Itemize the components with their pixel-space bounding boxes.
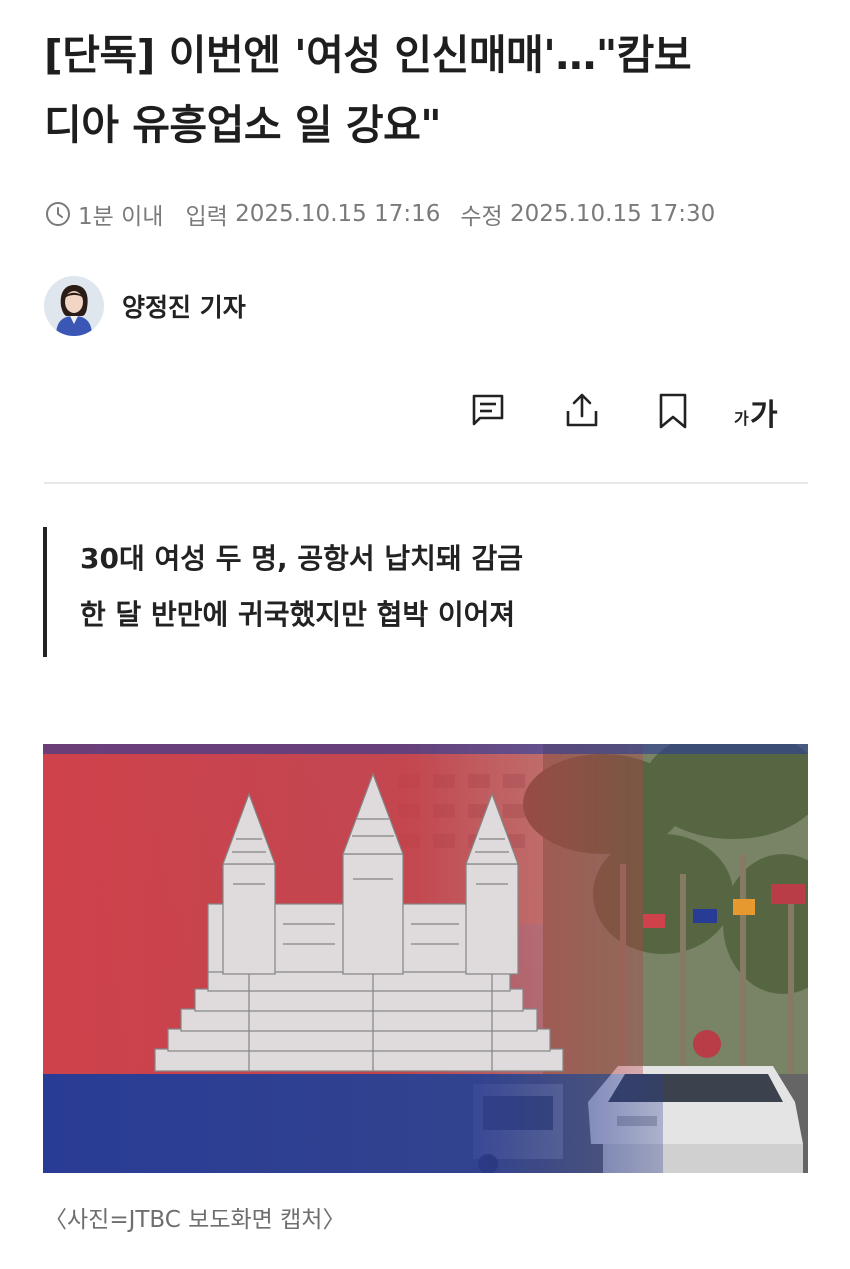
author-name[interactable]: 양정진 기자 bbox=[122, 288, 246, 324]
divider bbox=[44, 482, 808, 484]
article-title: [단독] 이번엔 '여성 인신매매'…"캄보 디아 유흥업소 일 강요" bbox=[44, 20, 814, 160]
font-size-button[interactable]: 가 가 bbox=[722, 390, 792, 433]
updated-label: 수정 bbox=[460, 204, 503, 230]
bookmark-icon bbox=[659, 393, 687, 429]
published-label: 입력 bbox=[185, 204, 228, 230]
summary-line-2: 한 달 반만에 귀국했지만 협박 이어져 bbox=[80, 598, 516, 631]
article-summary: 30대 여성 두 명, 공항서 납치돼 감금 한 달 반만에 귀국했지만 협박 … bbox=[43, 527, 523, 657]
share-button[interactable] bbox=[557, 386, 607, 436]
summary-line-1: 30대 여성 두 명, 공항서 납치돼 감금 bbox=[80, 542, 523, 575]
author-byline[interactable]: 양정진 기자 bbox=[44, 276, 246, 336]
article-toolbar: 가 가 bbox=[460, 386, 800, 436]
read-time: 1분 이내 bbox=[78, 204, 164, 230]
font-size-small-label: 가 bbox=[734, 409, 749, 428]
font-size-large-label: 가 bbox=[750, 398, 778, 433]
updated-date: 2025.10.15 17:30 bbox=[510, 201, 716, 227]
published-date: 2025.10.15 17:16 bbox=[235, 201, 441, 227]
comment-button[interactable] bbox=[463, 386, 513, 436]
clock-icon bbox=[46, 202, 70, 226]
article-meta: 1분 이내 입력 2025.10.15 17:16 수정 2025.10.15 … bbox=[44, 196, 715, 232]
article-photo[interactable] bbox=[43, 744, 808, 1173]
comment-icon bbox=[472, 394, 504, 426]
bookmark-button[interactable] bbox=[648, 386, 698, 436]
title-line-2: 디아 유흥업소 일 강요" bbox=[44, 101, 442, 149]
share-icon bbox=[566, 393, 598, 427]
title-line-1: [단독] 이번엔 '여성 인신매매'…"캄보 bbox=[44, 31, 692, 79]
avatar[interactable] bbox=[44, 276, 104, 336]
photo-caption: 〈사진=JTBC 보도화면 캡처〉 bbox=[44, 1207, 346, 1233]
